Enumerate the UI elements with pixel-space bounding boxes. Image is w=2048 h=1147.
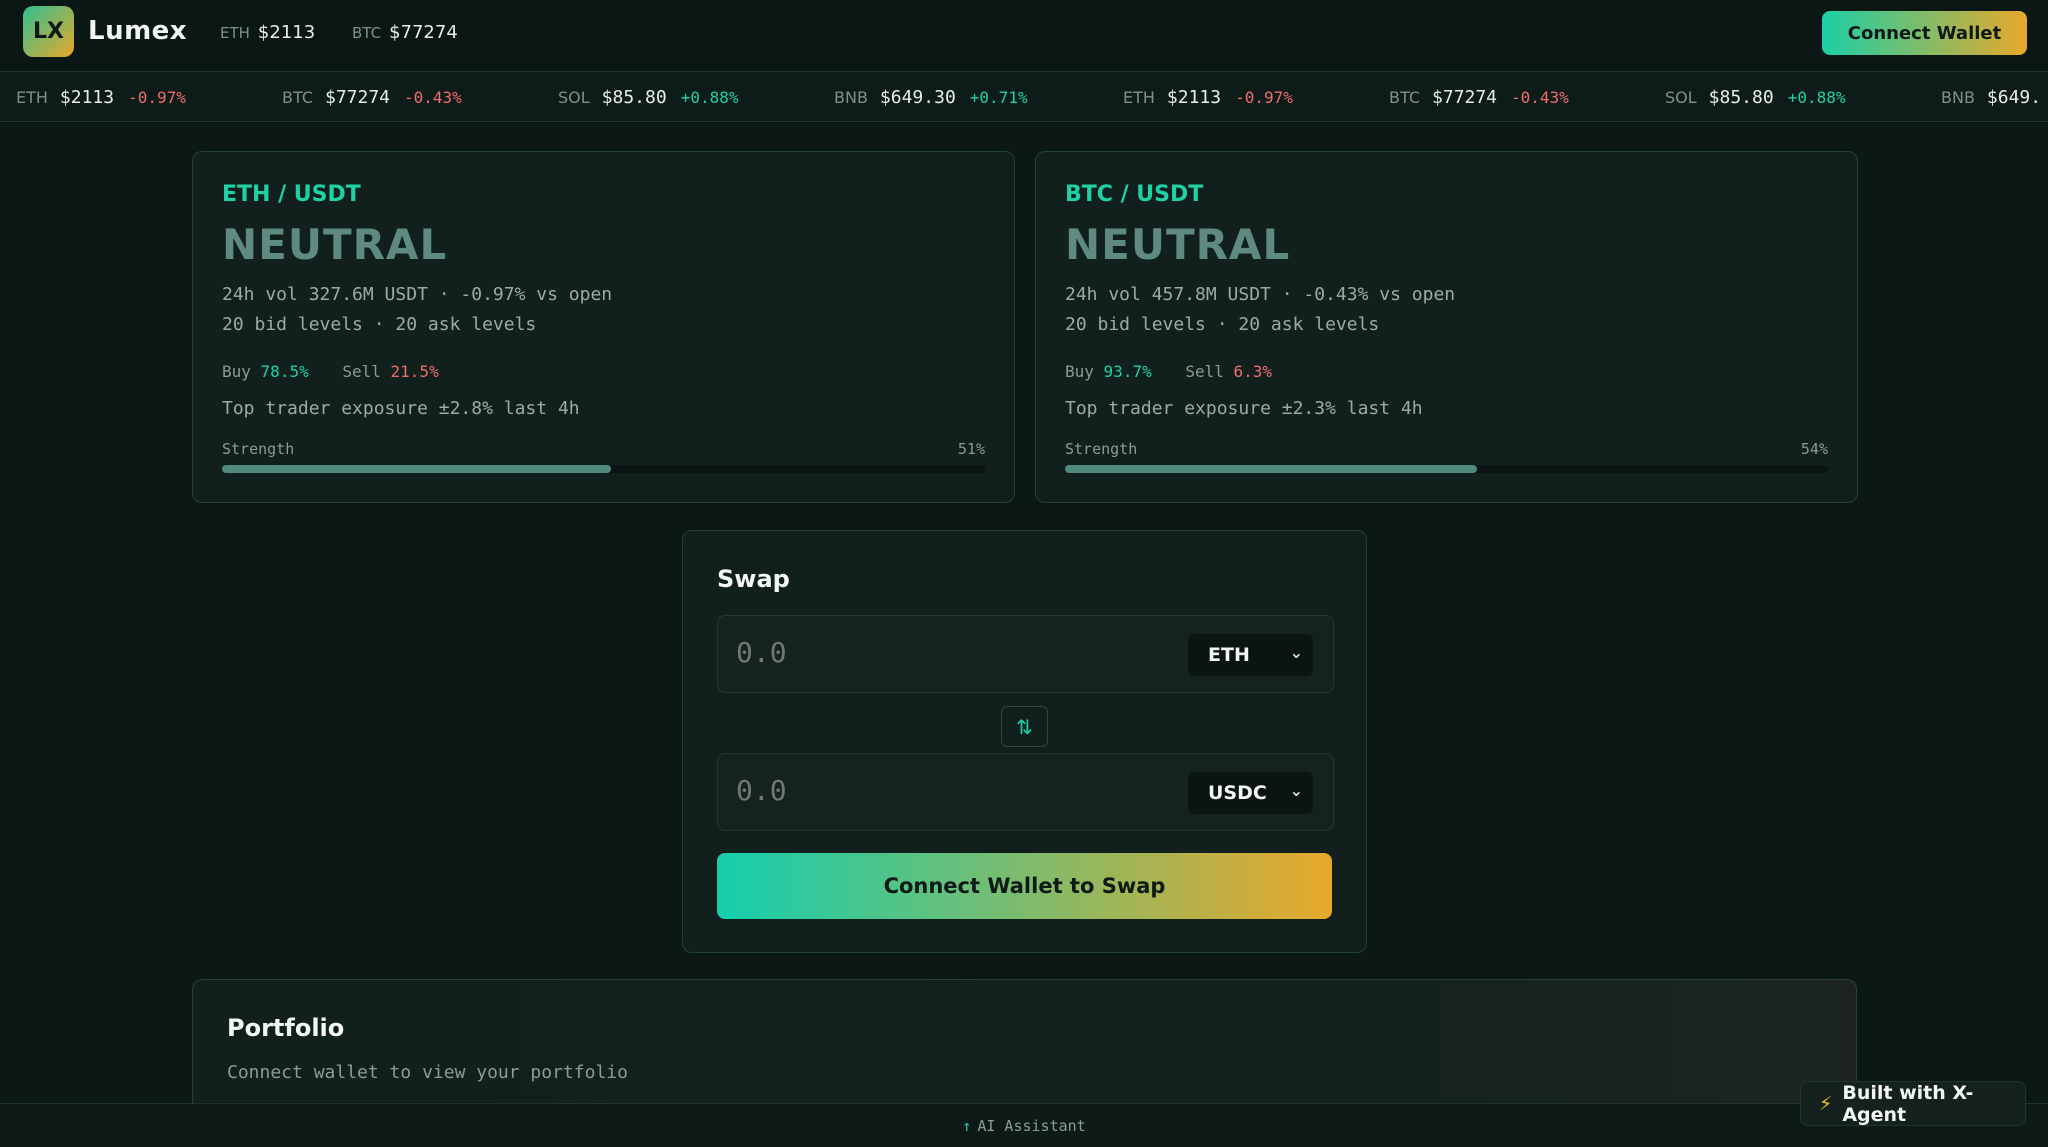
ticker-symbol: SOL [558,88,590,107]
to-token-select[interactable]: USDC ⌄ [1188,772,1313,814]
ticker-symbol: ETH [16,88,48,107]
ai-assistant-bar[interactable]: ↑ AI Assistant [0,1103,2048,1147]
ticker-change: +0.71% [969,88,1028,107]
chevron-down-icon: ⌄ [1289,781,1303,800]
pair-label: ETH / USDT [222,182,361,207]
from-token-select[interactable]: ETH ⌄ [1188,634,1313,676]
sell-label: Sell [1185,362,1224,381]
strength-bar [222,465,985,473]
ticker-price: $649. [1986,87,2042,108]
to-amount-input[interactable] [736,774,1136,807]
connect-wallet-button[interactable]: Connect Wallet [1822,11,2027,55]
ticker-symbol: BTC [282,88,313,107]
ticker-item: ETH $2113 -0.97% [1123,87,1293,108]
header-price-eth: ETH $2113 [220,22,315,43]
ticker-price: $2113 [59,87,115,108]
ticker-change: +0.88% [1787,88,1846,107]
swap-title: Swap [717,565,790,593]
signal-status: NEUTRAL [1065,220,1291,269]
arrow-up-icon: ↑ [962,1117,972,1135]
ticker-change: -0.97% [1235,88,1293,107]
ai-assistant-label: AI Assistant [977,1117,1086,1135]
ticker-item: SOL $85.80 +0.88% [1665,87,1846,108]
ticker-change: -0.97% [128,88,186,107]
strength-pct: 51% [957,440,985,458]
ticker-symbol: SOL [1665,88,1697,107]
ticker-price: $77274 [324,87,391,108]
buy-pct: 93.7% [1103,362,1152,381]
from-token-label: ETH [1208,644,1250,666]
buy-pct: 78.5% [260,362,309,381]
brand-name[interactable]: Lumex [88,16,187,46]
ai-assistant-toggle[interactable]: ↑ AI Assistant [0,1117,2048,1135]
portfolio-subtitle: Connect wallet to view your portfolio [227,1062,628,1083]
ticker-change: +0.88% [680,88,739,107]
ticker-item: ETH $2113 -0.97% [16,87,186,108]
ticker-price: $85.80 [1708,87,1774,108]
signal-card-btc: BTC / USDT NEUTRAL 24h vol 457.8M USDT ·… [1035,151,1858,503]
swap-direction-icon[interactable]: ⇅ [1001,706,1048,747]
buy-label: Buy [222,362,251,381]
header-price-btc: BTC $77274 [352,22,458,43]
strength-pct: 54% [1800,440,1828,458]
ticker-price: $2113 [1166,87,1222,108]
portfolio-title: Portfolio [227,1014,345,1042]
ticker-change: -0.43% [1511,88,1569,107]
ticker-price: $85.80 [601,87,667,108]
ticker-item: BNB $649. [1941,87,2048,108]
levels-line: 20 bid levels · 20 ask levels [1065,314,1380,335]
buy-sell-ratio: Buy 93.7% Sell 6.3% [1065,362,1296,381]
ticker-item: SOL $85.80 +0.88% [558,87,739,108]
lightning-icon: ⚡ [1819,1092,1833,1115]
ticker-price: $649.30 [879,87,956,108]
signal-card-eth: ETH / USDT NEUTRAL 24h vol 327.6M USDT ·… [192,151,1015,503]
ticker-item: BNB $649.30 +0.71% [834,87,1028,108]
connect-wallet-to-swap-button[interactable]: Connect Wallet to Swap [717,853,1332,919]
strength-bar-fill [222,465,612,473]
swap-to-field: USDC ⌄ [717,753,1334,831]
volume-line: 24h vol 327.6M USDT · -0.97% vs open [222,284,613,305]
header-price-symbol: ETH [220,24,250,42]
strength-bar [1065,465,1828,473]
strength-bar-fill [1065,465,1478,473]
ticker-symbol: BTC [1389,88,1420,107]
volume-line: 24h vol 457.8M USDT · -0.43% vs open [1065,284,1456,305]
levels-line: 20 bid levels · 20 ask levels [222,314,537,335]
buy-label: Buy [1065,362,1094,381]
header-price-value: $77274 [389,22,458,43]
strength-label: Strength [222,440,295,458]
built-with-badge[interactable]: ⚡ Built with X-Agent [1800,1081,2026,1126]
exposure-line: Top trader exposure ±2.3% last 4h [1065,398,1423,419]
built-with-label: Built with X-Agent [1842,1081,1974,1126]
ticker-item: BTC $77274 -0.43% [282,87,462,108]
logo-badge[interactable]: LX [23,6,74,57]
exposure-line: Top trader exposure ±2.8% last 4h [222,398,580,419]
ticker-price: $77274 [1431,87,1498,108]
from-amount-input[interactable] [736,636,1136,669]
swap-panel: Swap ETH ⌄ ⇅ USDC ⌄ Connect Wallet to Sw… [682,530,1367,953]
sell-pct: 21.5% [390,362,439,381]
ticker-symbol: ETH [1123,88,1155,107]
swap-from-field: ETH ⌄ [717,615,1334,693]
buy-sell-ratio: Buy 78.5% Sell 21.5% [222,362,463,381]
ticker-symbol: BNB [1941,88,1975,107]
to-token-label: USDC [1208,782,1267,804]
strength-label: Strength [1065,440,1138,458]
top-header: LX Lumex ETH $2113 BTC $77274 Connect Wall… [0,0,2048,72]
header-price-symbol: BTC [352,24,382,42]
pair-label: BTC / USDT [1065,182,1204,207]
sell-label: Sell [342,362,381,381]
ticker-change: -0.43% [404,88,462,107]
price-ticker: ETH $2113 -0.97% BTC $77274 -0.43% SOL $85.80… [0,72,2048,122]
header-price-value: $2113 [257,22,316,43]
sell-pct: 6.3% [1233,362,1273,381]
ticker-symbol: BNB [834,88,868,107]
ticker-item: BTC $77274 -0.43% [1389,87,1569,108]
chevron-down-icon: ⌄ [1289,643,1303,662]
signal-status: NEUTRAL [222,220,448,269]
